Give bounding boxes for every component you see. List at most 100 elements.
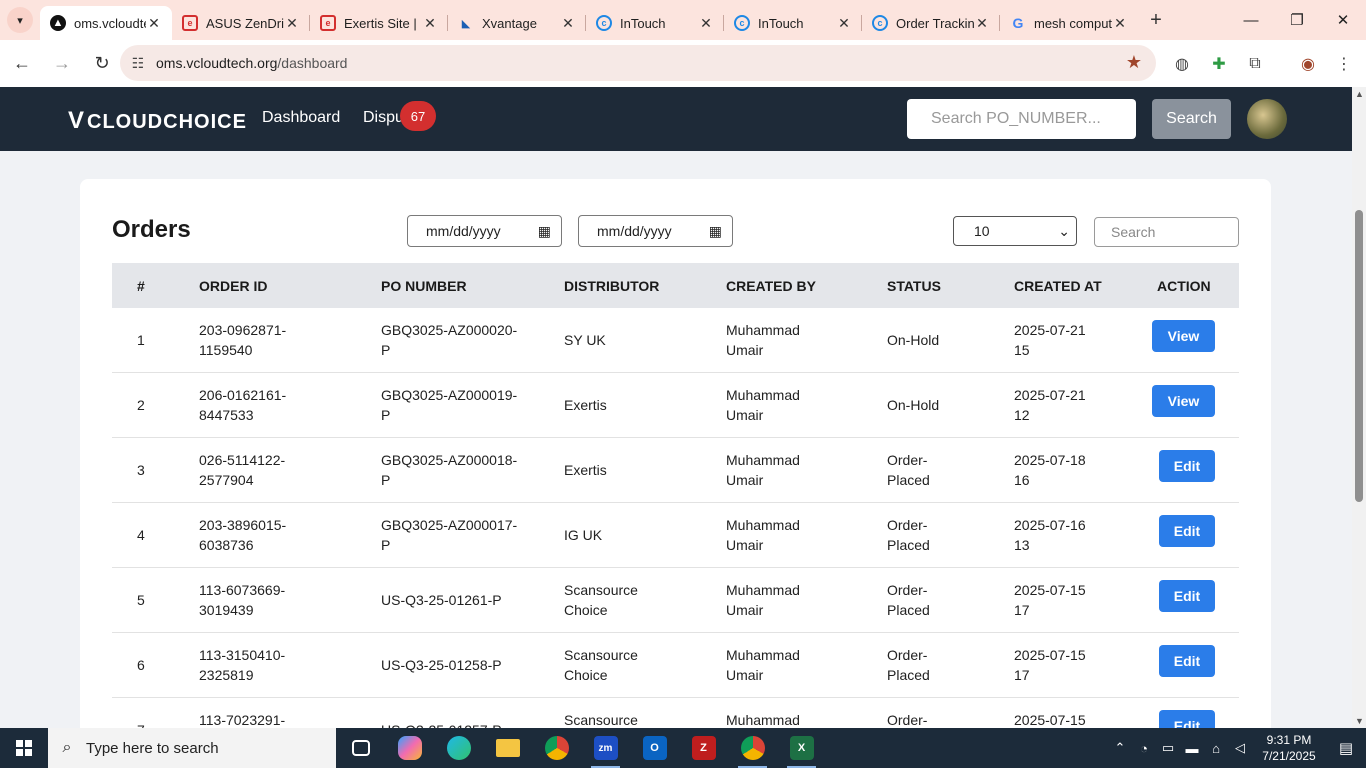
file-explorer-button[interactable]	[483, 728, 532, 768]
calendar-icon[interactable]: ▦	[709, 223, 722, 240]
cell-order-id: 203-0962871- 1159540	[199, 322, 287, 358]
system-tray: ⌃ ◔ ▭ ▬ ⌂ ◁ 9:31 PM 7/21/2025 ▤	[1108, 728, 1366, 768]
filezilla-button[interactable]: Z	[679, 728, 728, 768]
cell-n: 2	[137, 397, 145, 413]
user-avatar[interactable]	[1247, 99, 1287, 139]
close-tab-icon[interactable]: ✕	[560, 15, 576, 32]
col-created-at: CREATED AT	[1014, 278, 1102, 294]
volume-icon[interactable]: ◁	[1228, 740, 1252, 756]
copilot-button[interactable]	[385, 728, 434, 768]
cell-distributor: Scansource	[564, 712, 638, 728]
po-search-button[interactable]: Search	[1152, 99, 1231, 139]
cell-created-by: Muhammad Umair	[726, 322, 800, 358]
tab-intouch-2[interactable]: c InTouch ✕	[724, 6, 862, 40]
cell-created-by: Muhammad Umair	[726, 387, 800, 423]
zoom-button[interactable]: zm	[581, 728, 630, 768]
close-tab-icon[interactable]: ✕	[698, 15, 714, 32]
close-tab-icon[interactable]: ✕	[974, 15, 990, 32]
network-icon[interactable]: ⌂	[1204, 741, 1228, 756]
calendar-icon[interactable]: ▦	[538, 223, 551, 240]
view-order-button[interactable]: View	[1152, 385, 1215, 417]
tab-xvantage[interactable]: ◣ Xvantage ✕	[448, 6, 586, 40]
meet-now-icon[interactable]: ◔	[1132, 741, 1156, 756]
taskbar-search[interactable]: ⌕ Type here to search	[48, 728, 336, 768]
excel-button[interactable]: X	[777, 728, 826, 768]
extension-plus-icon[interactable]: ✚	[1201, 40, 1237, 87]
filezilla-icon: Z	[691, 736, 716, 760]
new-tab-button[interactable]: +	[1138, 9, 1174, 32]
tab-google[interactable]: G mesh computers ✕	[1000, 6, 1138, 40]
browser-tab-strip: ▾ ▲ oms.vcloudtech ✕ e ASUS ZenDrive ✕ e…	[0, 0, 1366, 40]
translate-icon[interactable]: ◍	[1164, 40, 1200, 87]
app-navbar: V CLOUDCHOICE Dashboard Dispu 67 Search P…	[0, 87, 1352, 151]
view-order-button[interactable]: View	[1152, 320, 1215, 352]
close-tab-icon[interactable]: ✕	[836, 15, 852, 32]
tab-order-tracking[interactable]: c Order Tracking ✕	[862, 6, 1000, 40]
reload-icon[interactable]: ↻	[84, 46, 120, 82]
cell-created-at: 2025-07-18 16	[1014, 452, 1086, 488]
site-info-icon[interactable]: ☷	[120, 55, 156, 72]
edit-order-button[interactable]: Edit	[1159, 515, 1215, 547]
task-view-button[interactable]	[336, 728, 385, 768]
rows-per-page-select[interactable]: 10 ⌄	[953, 216, 1077, 246]
scroll-down-icon[interactable]: ▼	[1355, 716, 1364, 726]
outlook-button[interactable]: O	[630, 728, 679, 768]
bookmark-star-icon[interactable]: ★	[1126, 52, 1142, 73]
forward-arrow-icon[interactable]: →	[44, 46, 80, 82]
cell-distributor: SY UK	[564, 332, 606, 348]
date-to-input[interactable]: mm/dd/yyyy ▦	[578, 215, 733, 247]
table-search-input[interactable]: Search	[1094, 217, 1239, 247]
back-arrow-icon[interactable]: ←	[4, 46, 40, 82]
nav-dashboard[interactable]: Dashboard	[262, 109, 340, 127]
address-bar[interactable]: ☷ oms.vcloudtech.org/dashboard ★	[120, 45, 1156, 81]
col-order-id: ORDER ID	[199, 278, 268, 294]
tab-intouch-1[interactable]: c InTouch ✕	[586, 6, 724, 40]
cloudchoice-logo[interactable]: V CLOUDCHOICE	[68, 107, 247, 135]
restore-icon[interactable]: ❐	[1274, 0, 1320, 40]
taskbar-clock[interactable]: 9:31 PM 7/21/2025	[1252, 732, 1326, 764]
battery-icon[interactable]: ▬	[1180, 741, 1204, 756]
minimize-icon[interactable]: —	[1228, 0, 1274, 40]
po-search-input[interactable]: Search PO_NUMBER...	[907, 99, 1136, 139]
notifications-icon[interactable]: ▤	[1326, 739, 1366, 757]
edit-order-button[interactable]: Edit	[1159, 580, 1215, 612]
close-window-icon[interactable]: ✕	[1320, 0, 1366, 40]
close-tab-icon[interactable]: ✕	[422, 15, 438, 32]
close-tab-icon[interactable]: ✕	[146, 15, 162, 32]
display-icon[interactable]: ▭	[1156, 740, 1180, 756]
tab-exertis[interactable]: e Exertis Site | ✕	[310, 6, 448, 40]
close-tab-icon[interactable]: ✕	[284, 15, 300, 32]
tab-asus[interactable]: e ASUS ZenDrive ✕	[172, 6, 310, 40]
chrome-button[interactable]	[532, 728, 581, 768]
profile-icon[interactable]: ◉	[1290, 40, 1326, 87]
start-button[interactable]	[0, 728, 48, 768]
browser-menu-icon[interactable]: ⋮	[1326, 40, 1362, 87]
nav-disputes[interactable]: Dispu	[363, 109, 404, 127]
table-row: 4 203-3896015- 6038736 GBQ3025-AZ000017- P IG…	[112, 503, 1239, 568]
cell-n: 4	[137, 527, 145, 543]
close-tab-icon[interactable]: ✕	[1112, 15, 1128, 32]
scroll-up-icon[interactable]: ▲	[1355, 89, 1364, 99]
col-created-by: CREATED BY	[726, 278, 816, 294]
cell-po: US-Q3-25-01258-P	[381, 657, 502, 673]
window-controls: — ❐ ✕	[1228, 0, 1366, 40]
cell-po: GBQ3025-AZ000020- P	[381, 322, 518, 358]
cell-status: Order-	[887, 712, 928, 728]
edge-button[interactable]	[434, 728, 483, 768]
date-from-input[interactable]: mm/dd/yyyy ▦	[407, 215, 562, 247]
extensions-puzzle-icon[interactable]: ⧉	[1237, 40, 1273, 87]
cell-po: GBQ3025-AZ000019- P	[381, 387, 518, 423]
chevron-up-icon[interactable]: ⌃	[1108, 740, 1132, 756]
tab-oms[interactable]: ▲ oms.vcloudtech ✕	[40, 6, 172, 40]
cell-created-by: Muhammad Umair	[726, 517, 800, 553]
scrollbar-thumb[interactable]	[1355, 210, 1363, 502]
chrome-profile-button[interactable]	[728, 728, 777, 768]
cell-created-by: Muhammad Umair	[726, 452, 800, 488]
edit-order-button[interactable]: Edit	[1159, 645, 1215, 677]
tab-search-button[interactable]: ▾	[0, 0, 40, 40]
page-scrollbar[interactable]: ▲ ▼	[1352, 87, 1366, 728]
cell-n: 5	[137, 592, 145, 608]
table-header: # ORDER ID PO NUMBER DISTRIBUTOR CREATED…	[112, 263, 1239, 308]
edit-order-button[interactable]: Edit	[1159, 450, 1215, 482]
cell-created-by: Muhammad	[726, 712, 800, 728]
